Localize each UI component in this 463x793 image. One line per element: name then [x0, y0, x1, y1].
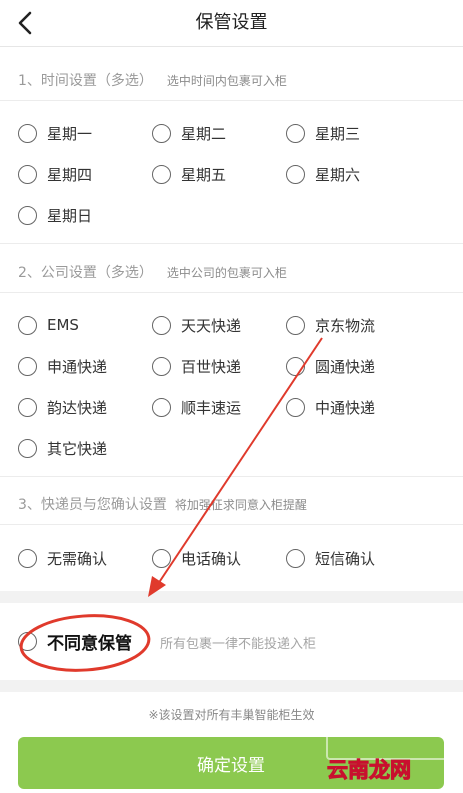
- option-baishi[interactable]: 百世快递: [152, 354, 241, 378]
- company-section-title: 2、公司设置（多选）: [18, 265, 153, 281]
- divider: [0, 292, 463, 293]
- option-zhongtong[interactable]: 中通快递: [286, 395, 375, 419]
- radio-icon: [18, 164, 37, 184]
- option-yuantong[interactable]: 圆通快递: [286, 354, 375, 378]
- divider: [0, 524, 463, 525]
- radio-icon: [286, 397, 305, 417]
- time-section-header: 1、时间设置（多选） 选中时间内包裹可入柜: [18, 70, 287, 90]
- option-sunday[interactable]: 星期日: [18, 203, 92, 227]
- option-phone-confirm[interactable]: 电话确认: [152, 546, 241, 570]
- option-no-confirm[interactable]: 无需确认: [18, 546, 107, 570]
- radio-icon: [286, 164, 305, 184]
- radio-icon: [152, 548, 171, 568]
- option-wednesday[interactable]: 星期三: [286, 121, 360, 145]
- radio-icon: [18, 631, 37, 651]
- section-spacer: [0, 680, 463, 692]
- divider: [0, 100, 463, 101]
- radio-icon: [152, 123, 171, 143]
- option-sms-confirm[interactable]: 短信确认: [286, 546, 375, 570]
- option-other-courier[interactable]: 其它快递: [18, 436, 107, 460]
- radio-icon: [152, 164, 171, 184]
- refuse-hint: 所有包裹一律不能投递入柜: [160, 637, 317, 652]
- company-section-header: 2、公司设置（多选） 选中公司的包裹可入柜: [18, 262, 287, 282]
- time-section-title: 1、时间设置（多选）: [18, 73, 153, 89]
- radio-icon: [18, 438, 37, 458]
- option-monday[interactable]: 星期一: [18, 121, 92, 145]
- radio-icon: [18, 123, 37, 143]
- radio-icon: [152, 315, 171, 335]
- option-tiantian[interactable]: 天天快递: [152, 313, 241, 337]
- option-jd[interactable]: 京东物流: [286, 313, 375, 337]
- divider: [0, 476, 463, 477]
- watermark-text: 云南龙网: [327, 758, 412, 783]
- radio-icon: [286, 315, 305, 335]
- option-friday[interactable]: 星期五: [152, 162, 226, 186]
- confirm-section-title: 3、快递员与您确认设置: [18, 497, 167, 513]
- option-shentong[interactable]: 申通快递: [18, 354, 107, 378]
- time-section-hint: 选中时间内包裹可入柜: [166, 74, 287, 88]
- option-thursday[interactable]: 星期四: [18, 162, 92, 186]
- option-shunfeng[interactable]: 顺丰速运: [152, 395, 241, 419]
- option-refuse-custody[interactable]: 不同意保管: [18, 629, 132, 654]
- option-ems[interactable]: EMS: [18, 313, 79, 337]
- radio-icon: [18, 356, 37, 376]
- section-spacer: [0, 591, 463, 603]
- radio-icon: [18, 205, 37, 225]
- radio-icon: [18, 397, 37, 417]
- radio-icon: [286, 123, 305, 143]
- radio-icon: [152, 397, 171, 417]
- radio-icon: [18, 548, 37, 568]
- footer-note: ※该设置对所有丰巢智能柜生效: [148, 708, 315, 722]
- confirm-section-header: 3、快递员与您确认设置 将加强征求同意入柜提醒: [18, 494, 307, 514]
- nav-bar: 保管设置: [0, 0, 463, 47]
- radio-icon: [286, 548, 305, 568]
- radio-icon: [152, 356, 171, 376]
- company-section-hint: 选中公司的包裹可入柜: [166, 266, 287, 280]
- option-tuesday[interactable]: 星期二: [152, 121, 226, 145]
- page-title: 保管设置: [195, 12, 268, 33]
- divider: [0, 243, 463, 244]
- option-yunda[interactable]: 韵达快递: [18, 395, 107, 419]
- confirm-section-hint: 将加强征求同意入柜提醒: [174, 498, 307, 512]
- radio-icon: [18, 315, 37, 335]
- option-saturday[interactable]: 星期六: [286, 162, 360, 186]
- radio-icon: [286, 356, 305, 376]
